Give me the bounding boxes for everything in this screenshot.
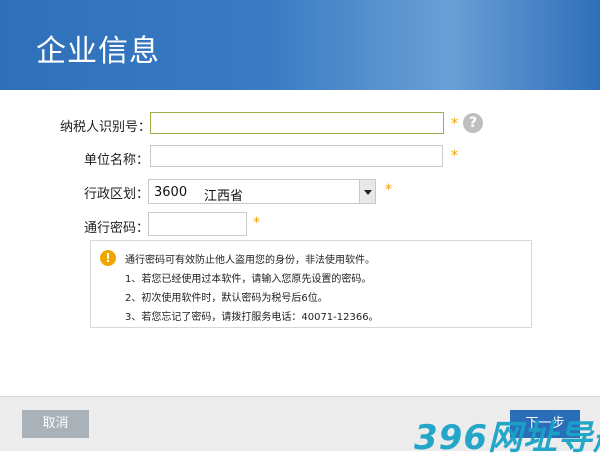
- notice-box: ! 通行密码可有效防止他人盗用您的身份，非法使用软件。 1、若您已经使用过本软件…: [90, 240, 532, 328]
- site-watermark: 396网址导航: [414, 418, 600, 458]
- region-code: 3600: [154, 185, 188, 200]
- password-label: 通行密码：: [84, 221, 150, 236]
- required-mark: *: [385, 182, 392, 198]
- region-label: 行政区划：: [84, 187, 150, 202]
- notice-line: 1、若您已经使用过本软件，请输入您原先设置的密码。: [125, 274, 372, 285]
- company-name-input[interactable]: [150, 145, 443, 167]
- region-select[interactable]: 3600 江西省: [148, 179, 376, 204]
- notice-line: 通行密码可有效防止他人盗用您的身份，非法使用软件。: [125, 255, 375, 266]
- required-mark: *: [451, 116, 458, 132]
- cancel-button[interactable]: 取消: [22, 410, 89, 438]
- taxpayer-id-input[interactable]: [150, 112, 444, 134]
- dropdown-arrow-icon[interactable]: [359, 180, 375, 203]
- page-title: 企业信息: [36, 34, 160, 69]
- taxpayer-id-label: 纳税人识别号：: [60, 120, 152, 135]
- required-mark: *: [451, 148, 458, 164]
- company-name-label: 单位名称：: [84, 153, 150, 168]
- header-banner: 企业信息: [0, 0, 600, 90]
- notice-line: 2、初次使用软件时，默认密码为税号后6位。: [125, 293, 328, 304]
- help-icon[interactable]: ?: [463, 113, 483, 133]
- required-mark: *: [253, 215, 260, 231]
- password-input[interactable]: [148, 212, 247, 236]
- region-name: 江西省: [204, 189, 244, 204]
- warning-icon: !: [100, 250, 116, 266]
- notice-line: 3、若您忘记了密码，请拨打服务电话：40071-12366。: [125, 312, 379, 323]
